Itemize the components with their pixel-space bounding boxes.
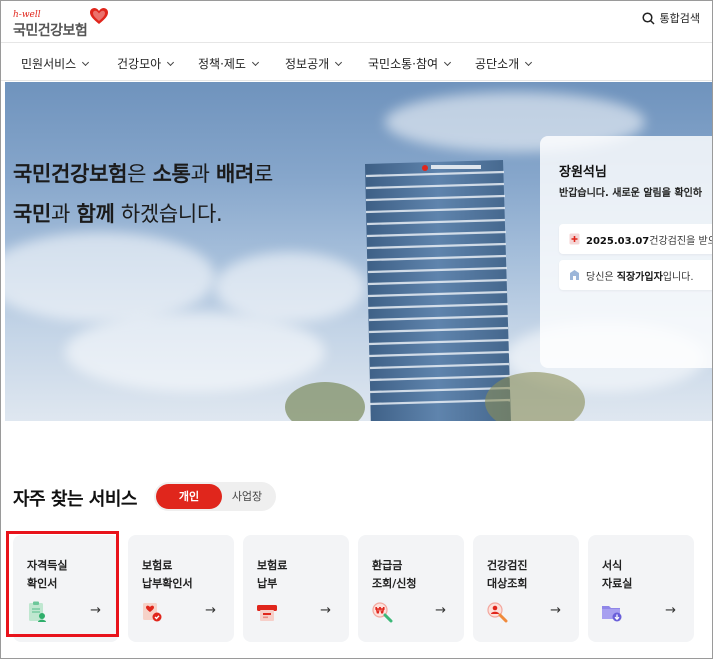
chevron-down-icon [251,58,260,66]
hero-banner: 국민건강보험은 소통과 배려로 국민과 함께 하겠습니다. 장원석님 반갑습니다… [5,82,712,421]
user-greeting: 반갑습니다. 새로운 알림을 확인하 [559,188,703,199]
cloud-decoration [215,252,365,322]
notice-text: 2025.03.07건강검진을 받으 [586,232,712,247]
hero-headline-1: 국민건강보험은 소통과 배려로 [13,158,273,188]
nav-item-policy[interactable]: 정책·제도 [198,55,260,72]
toggle-business[interactable]: 사업장 [222,484,272,509]
hero-headline-2: 국민과 함께 하겠습니다. [13,198,223,228]
card-label: 환급금 조회/신청 [372,559,417,590]
hero-text: 국민건강보험 [13,162,128,186]
nav-item-civil-service[interactable]: 민원서비스 [21,55,90,72]
nav-item-label: 정보공개 [285,57,330,71]
card-label: 보험료 납부확인서 [142,559,193,590]
arrow-right-icon: → [435,603,446,618]
logo-title: 국민건강보험 [13,23,88,39]
hero-text: 국민 [13,202,52,226]
nav-item-label: 민원서비스 [21,57,77,71]
notice-date: 2025.03.07 [586,235,650,247]
arrow-right-icon: → [320,603,331,618]
checkup-search-icon [487,602,508,623]
cloud-decoration [5,232,215,322]
membership-type: 직장가입자 [616,271,663,283]
search-icon [641,11,655,25]
nav-item-health[interactable]: 건강모아 [117,55,175,72]
user-name: 장원석님 [559,165,607,180]
membership-notice[interactable]: 당신은 직장가입자입니다. [559,260,712,290]
hero-text: 소통 [152,162,191,186]
service-card-checkup-target[interactable]: 건강검진 대상조회 → [473,535,579,642]
refund-search-icon: ₩ [372,602,393,623]
hero-text: 은 [127,162,153,186]
nav-item-label: 국민소통·참여 [368,57,439,71]
service-card-qualification-certificate[interactable]: 자격득실 확인서 → [13,535,119,642]
search-button[interactable]: 통합검색 [641,10,700,26]
hero-text: 배려 [215,162,255,186]
card-label: 보험료 납부 [257,559,288,590]
nav-item-disclosure[interactable]: 정보공개 [285,55,343,72]
hero-text: 함께 [76,202,115,226]
service-card-refund-inquiry[interactable]: 환급금 조회/신청 ₩ → [358,535,464,642]
chevron-down-icon [335,58,343,66]
notice-prefix: 당신은 [586,271,617,283]
nav-item-label: 정책·제도 [198,57,246,71]
page: h-well 국민건강보험 통합검색 민원서비스 건강모아 정책·제도 정보공개 [0,0,713,659]
hero-text: 하겠습니다. [114,202,223,226]
arrow-right-icon: → [665,603,676,618]
payment-icon [257,605,277,621]
nav-item-about[interactable]: 공단소개 [475,55,533,72]
services-title: 자주 찾는 서비스 [13,489,137,510]
notice-suffix: 입니다. [662,271,694,283]
hero-text: 로 [254,162,274,186]
certificate-icon [29,601,46,622]
toggle-personal[interactable]: 개인 [156,484,222,509]
nav-item-label: 공단소개 [475,57,520,71]
notice-message: 건강검진을 받으 [649,235,712,247]
main-nav: 민원서비스 건강모아 정책·제도 정보공개 국민소통·참여 공단소개 [1,43,712,81]
tree-decoration [285,382,365,421]
chevron-down-icon [167,58,175,66]
building-icon [570,270,579,280]
card-label: 서식 자료실 [602,559,633,590]
header: h-well 국민건강보험 통합검색 [1,1,712,43]
service-card-payment-certificate[interactable]: 보험료 납부확인서 → [128,535,234,642]
search-label: 통합검색 [659,12,700,25]
service-card-premium-payment[interactable]: 보험료 납부 → [243,535,349,642]
user-info-panel: 장원석님 반갑습니다. 새로운 알림을 확인하 2025.03.07건강검진을 … [540,136,712,368]
service-card-forms-library[interactable]: 서식 자료실 → [588,535,694,642]
forms-folder-icon [602,606,622,622]
logo-subtitle: h-well [13,10,41,20]
checkup-notice[interactable]: 2025.03.07건강검진을 받으 [559,224,712,254]
payment-certificate-icon [143,603,162,622]
logo[interactable]: h-well 국민건강보험 [13,7,108,39]
card-label: 건강검진 대상조회 [487,559,528,590]
cloud-decoration [65,312,325,392]
chevron-down-icon [525,58,533,66]
hero-text: 과 [190,162,216,186]
medical-notice-icon [569,233,580,245]
service-type-toggle: 개인 사업장 [154,482,276,511]
nav-item-label: 건강모아 [117,57,162,71]
hero-text: 과 [51,202,77,226]
card-label: 자격득실 확인서 [27,559,68,590]
chevron-down-icon [444,58,452,66]
arrow-right-icon: → [550,603,561,618]
heart-logo-icon [90,8,108,24]
nav-item-participation[interactable]: 국민소통·참여 [368,55,452,72]
chevron-down-icon [82,58,90,66]
arrow-right-icon: → [90,603,101,618]
arrow-right-icon: → [205,603,216,618]
notice-text: 당신은 직장가입자입니다. [586,268,694,283]
